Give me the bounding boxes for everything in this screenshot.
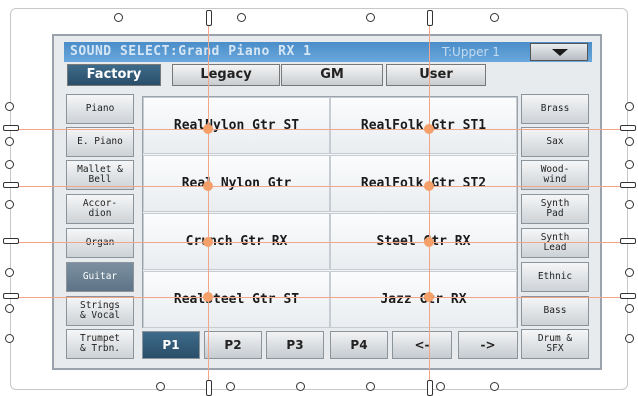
hole-marker: [625, 137, 634, 146]
callout-dot: [424, 124, 434, 134]
hole-marker: [206, 10, 212, 26]
category-strings-vocal[interactable]: Strings & Vocal: [66, 296, 134, 326]
hole-marker: [490, 13, 499, 22]
hole-marker: [436, 382, 445, 391]
hole-marker: [620, 125, 636, 131]
callout-dot: [203, 181, 213, 191]
hole-marker: [620, 238, 636, 244]
category-bass[interactable]: Bass: [521, 296, 589, 326]
page-next-button[interactable]: ->: [458, 331, 518, 359]
category-guitar[interactable]: Guitar: [66, 262, 134, 292]
hole-marker: [3, 293, 19, 299]
hole-marker: [206, 380, 212, 396]
callout-guide-line: [12, 186, 626, 187]
sound-cell[interactable]: RealNylon Gtr ST: [143, 97, 330, 154]
hole-marker: [427, 380, 433, 396]
hole-marker: [625, 268, 634, 277]
hole-marker: [490, 382, 499, 391]
callout-dot: [424, 237, 434, 247]
hole-marker: [620, 293, 636, 299]
hole-marker: [5, 137, 14, 146]
sound-cell[interactable]: Jazz Gtr RX: [330, 271, 517, 328]
hole-marker: [5, 160, 14, 169]
page-button-p3[interactable]: P3: [266, 331, 324, 359]
callout-dot: [424, 181, 434, 191]
hole-marker: [3, 125, 19, 131]
tab-user[interactable]: User: [386, 64, 486, 86]
tab-legacy[interactable]: Legacy: [172, 64, 280, 86]
category-synth-lead[interactable]: Synth Lead: [521, 228, 589, 258]
category-accordion[interactable]: Accor- dion: [66, 194, 134, 224]
tab-gm[interactable]: GM: [281, 64, 383, 86]
sound-cell[interactable]: RealFolk Gtr ST1: [330, 97, 517, 154]
track-label: T:Upper 1: [442, 45, 500, 59]
hole-marker: [5, 268, 14, 277]
hole-marker: [625, 334, 634, 343]
page-button-p1[interactable]: P1: [142, 331, 200, 359]
callout-dot: [424, 292, 434, 302]
hole-marker: [296, 382, 305, 391]
track-dropdown-button[interactable]: [530, 43, 588, 61]
callout-guide-line: [429, 12, 430, 384]
sound-cell[interactable]: Real Nylon Gtr: [143, 155, 330, 212]
tab-factory[interactable]: Factory: [67, 64, 161, 86]
category-brass[interactable]: Brass: [521, 94, 589, 124]
hole-marker: [226, 382, 235, 391]
hole-marker: [366, 13, 375, 22]
hole-marker: [5, 334, 14, 343]
hole-marker: [625, 200, 634, 209]
hole-marker: [3, 182, 19, 188]
callout-guide-line: [12, 129, 626, 130]
hole-marker: [156, 382, 165, 391]
callout-dot: [203, 237, 213, 247]
chevron-down-icon: [552, 49, 568, 56]
category-e-piano[interactable]: E. Piano: [66, 127, 134, 157]
hole-marker: [625, 102, 634, 111]
category-ethnic[interactable]: Ethnic: [521, 262, 589, 292]
hole-marker: [620, 182, 636, 188]
category-trumpet-trombone[interactable]: Trumpet & Trbn.: [66, 329, 134, 359]
callout-dot: [203, 124, 213, 134]
sound-cell[interactable]: RealSteel Gtr ST: [143, 271, 330, 328]
hole-marker: [366, 382, 375, 391]
hole-marker: [3, 238, 19, 244]
category-synth-pad[interactable]: Synth Pad: [521, 194, 589, 224]
category-sax[interactable]: Sax: [521, 127, 589, 157]
window-title: SOUND SELECT:Grand Piano RX 1: [70, 44, 312, 59]
sound-grid: RealNylon Gtr ST RealFolk Gtr ST1 Real N…: [142, 96, 518, 328]
category-drum-sfx[interactable]: Drum & SFX: [521, 329, 589, 359]
hole-marker: [5, 102, 14, 111]
hole-marker: [427, 10, 433, 26]
hole-marker: [237, 13, 246, 22]
page-button-p2[interactable]: P2: [204, 331, 262, 359]
callout-guide-line: [12, 297, 626, 298]
hole-marker: [5, 304, 14, 313]
title-bar: SOUND SELECT:Grand Piano RX 1 T:Upper 1: [64, 42, 592, 62]
hole-marker: [114, 13, 123, 22]
hole-marker: [625, 160, 634, 169]
hole-marker: [625, 304, 634, 313]
page-button-p4[interactable]: P4: [330, 331, 388, 359]
hole-marker: [5, 200, 14, 209]
callout-guide-line: [208, 12, 209, 384]
category-organ[interactable]: Organ: [66, 228, 134, 258]
callout-dot: [203, 292, 213, 302]
category-piano[interactable]: Piano: [66, 94, 134, 124]
page-prev-button[interactable]: <-: [392, 331, 452, 359]
callout-guide-line: [12, 242, 626, 243]
